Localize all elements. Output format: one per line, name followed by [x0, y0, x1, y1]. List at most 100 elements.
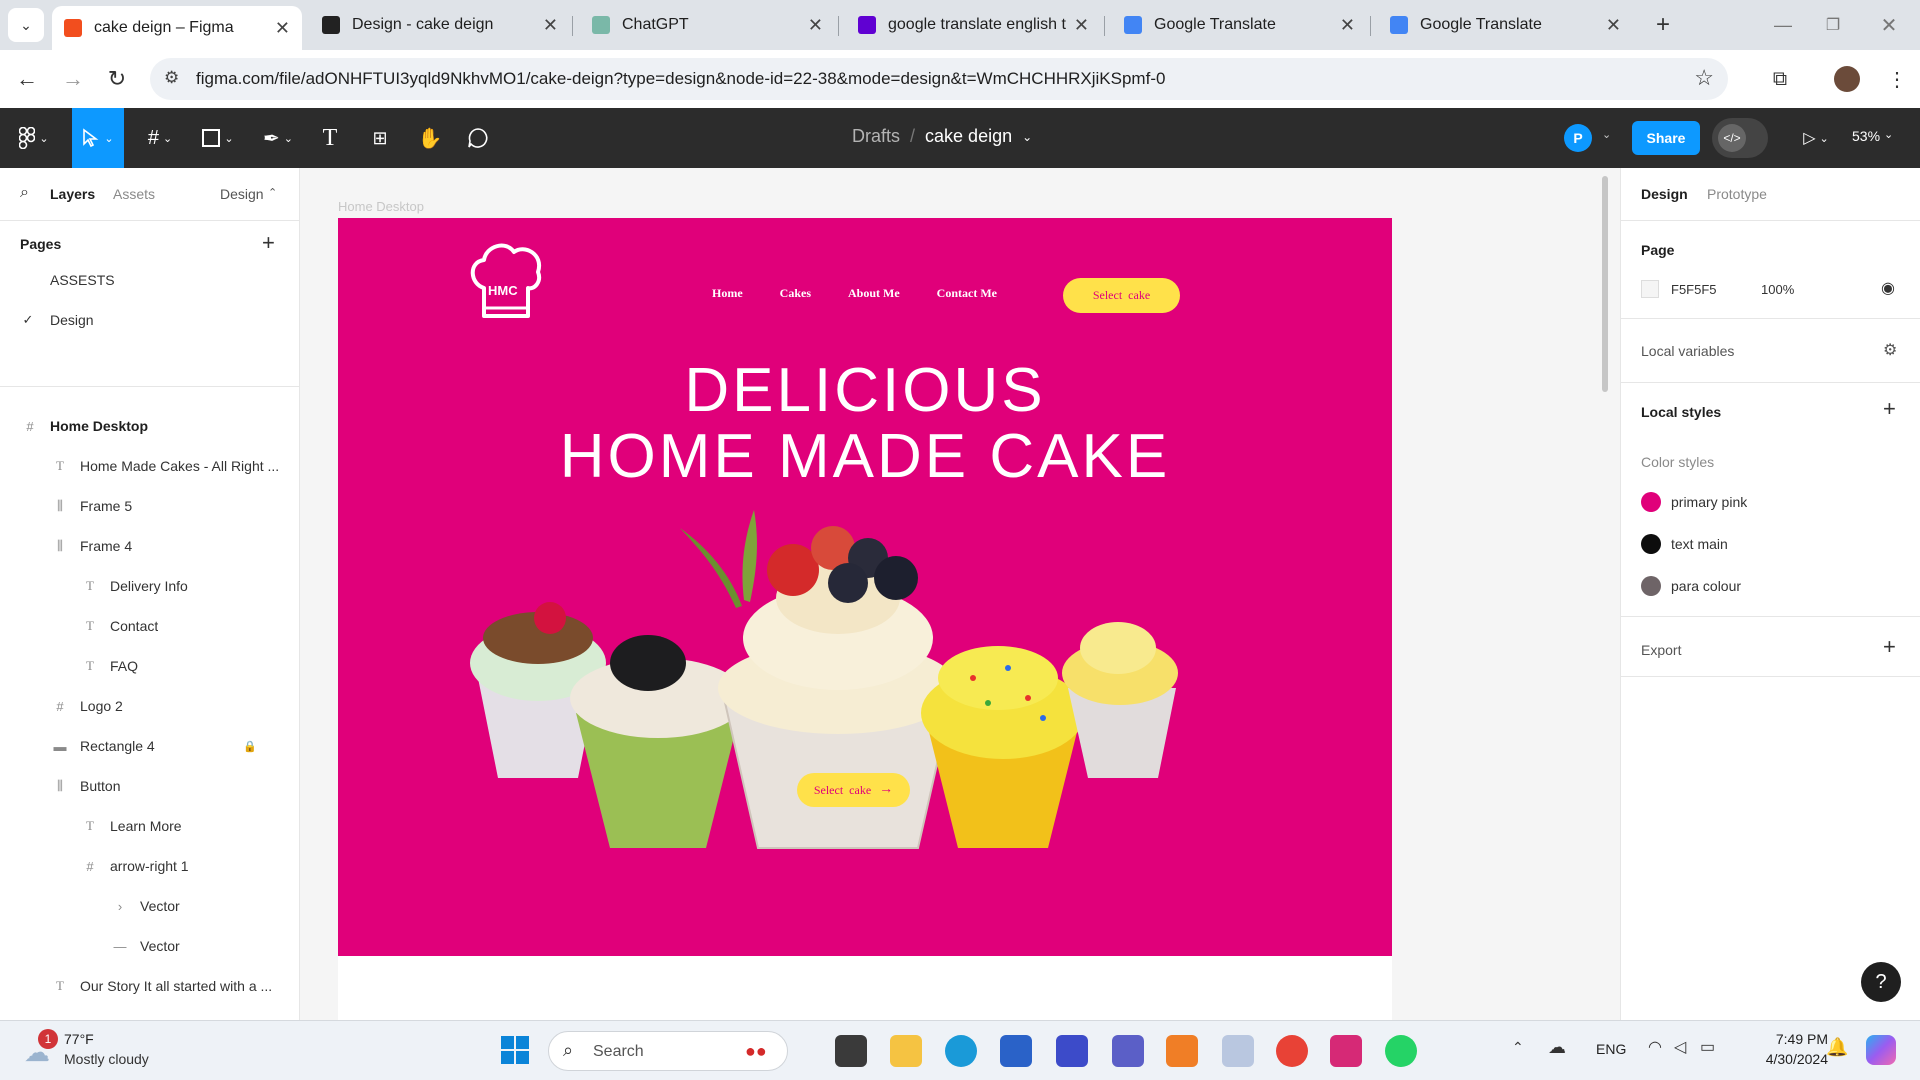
layer-row[interactable]: › Vector: [0, 886, 300, 926]
export-title[interactable]: Export: [1641, 642, 1681, 658]
variables-settings-icon[interactable]: ⚙: [1883, 340, 1897, 360]
close-tab-icon[interactable]: ✕: [808, 15, 823, 36]
reload-icon[interactable]: ↻: [100, 62, 134, 96]
move-tool-button[interactable]: ⌄: [72, 108, 124, 168]
site-nav-link[interactable]: Contact Me: [937, 286, 997, 306]
user-avatar[interactable]: P: [1564, 124, 1592, 152]
url-field[interactable]: ⚙ figma.com/file/adONHFTUI3yqld9NkhvMO1/…: [150, 58, 1728, 100]
app-icon[interactable]: [1056, 1035, 1088, 1067]
xampp-icon[interactable]: [1166, 1035, 1198, 1067]
weather-widget[interactable]: ☁ 1: [20, 1029, 58, 1067]
page-color-hex[interactable]: F5F5F5: [1671, 282, 1717, 297]
minimize-icon[interactable]: —: [1766, 8, 1800, 42]
nav-select-cake-button[interactable]: Select cake: [1063, 278, 1180, 313]
restore-icon[interactable]: ❐: [1816, 8, 1850, 42]
profile-avatar[interactable]: [1834, 66, 1860, 92]
page-color-swatch[interactable]: [1641, 280, 1659, 298]
site-nav-link[interactable]: Cakes: [780, 286, 811, 306]
browser-tab[interactable]: google translate english to ✕: [846, 8, 1101, 42]
snipping-tool-icon[interactable]: [1222, 1035, 1254, 1067]
clock-date[interactable]: 4/30/2024: [1744, 1051, 1828, 1067]
store-icon[interactable]: [1000, 1035, 1032, 1067]
layer-row[interactable]: T Delivery Info: [0, 566, 300, 606]
instagram-icon[interactable]: [1330, 1035, 1362, 1067]
text-tool-icon[interactable]: T: [314, 122, 346, 154]
tab-assets[interactable]: Assets: [113, 186, 155, 202]
breadcrumb-drafts[interactable]: Drafts: [852, 126, 900, 147]
close-tab-icon[interactable]: ✕: [1606, 15, 1621, 36]
layer-row[interactable]: T Contact: [0, 606, 300, 646]
page-switcher[interactable]: Design: [220, 186, 264, 202]
tab-design[interactable]: Design: [1641, 186, 1688, 202]
edge-icon[interactable]: [945, 1035, 977, 1067]
tab-prototype[interactable]: Prototype: [1707, 186, 1767, 202]
color-style-item[interactable]: text main: [1621, 524, 1920, 564]
add-page-icon[interactable]: +: [262, 230, 275, 256]
teams-icon[interactable]: [1112, 1035, 1144, 1067]
close-tab-icon[interactable]: ✕: [1074, 15, 1089, 36]
layer-row[interactable]: # Home Desktop: [0, 406, 300, 446]
hmc-logo[interactable]: HMC: [464, 238, 548, 322]
copilot-icon[interactable]: [1866, 1035, 1896, 1065]
browser-menu-icon[interactable]: ⋮: [1880, 62, 1914, 96]
close-window-icon[interactable]: ✕: [1872, 8, 1906, 42]
onedrive-icon[interactable]: ☁: [1548, 1037, 1566, 1058]
color-style-item[interactable]: para colour: [1621, 566, 1920, 606]
layer-row[interactable]: ⫼ Frame 5: [0, 486, 300, 526]
present-button[interactable]: ▷ ⌄: [1796, 122, 1836, 154]
add-export-icon[interactable]: +: [1883, 634, 1896, 660]
layer-row[interactable]: T Learn More: [0, 806, 300, 846]
page-opacity[interactable]: 100%: [1761, 282, 1794, 297]
comment-tool-icon[interactable]: [462, 122, 494, 154]
layer-row[interactable]: ▬ Rectangle 4 🔒: [0, 726, 300, 766]
pen-tool-button[interactable]: ✒ ⌄: [256, 122, 300, 154]
close-tab-icon[interactable]: ✕: [275, 18, 290, 39]
dev-mode-toggle[interactable]: </>: [1712, 118, 1768, 158]
frame-tool-button[interactable]: # ⌄: [138, 122, 182, 154]
local-variables[interactable]: Local variables: [1641, 343, 1734, 359]
tab-layers[interactable]: Layers: [50, 186, 95, 202]
close-tab-icon[interactable]: ✕: [1340, 15, 1355, 36]
cta-select-cake-button[interactable]: Select cake →: [797, 773, 910, 807]
zoom-control[interactable]: 53% ⌄: [1852, 128, 1893, 144]
layer-row[interactable]: T Our Story It all started with a ...: [0, 966, 300, 1006]
site-settings-icon[interactable]: ⚙: [164, 68, 179, 88]
chrome-icon[interactable]: [1276, 1035, 1308, 1067]
notification-bell-icon[interactable]: 🔔: [1826, 1037, 1848, 1058]
weather-desc[interactable]: Mostly cloudy: [64, 1051, 149, 1067]
eye-icon[interactable]: ◉: [1881, 278, 1895, 298]
resources-tool-icon[interactable]: ⊞: [364, 122, 396, 154]
lock-icon[interactable]: 🔒: [242, 740, 258, 753]
page-item[interactable]: ASSESTS: [0, 260, 300, 300]
layer-row[interactable]: T FAQ: [0, 646, 300, 686]
back-icon[interactable]: ←: [10, 62, 44, 96]
bookmark-star-icon[interactable]: ☆: [1694, 65, 1714, 91]
volume-icon[interactable]: ◁: [1674, 1037, 1686, 1057]
clock-time[interactable]: 7:49 PM: [1760, 1031, 1828, 1047]
file-explorer-icon[interactable]: [890, 1035, 922, 1067]
canvas-scrollbar[interactable]: [1602, 176, 1608, 392]
layer-row[interactable]: — Vector: [0, 926, 300, 966]
language-indicator[interactable]: ENG: [1596, 1041, 1626, 1057]
chevron-down-icon[interactable]: ⌄: [1022, 130, 1032, 144]
task-view-icon[interactable]: [835, 1035, 867, 1067]
home-desktop-frame[interactable]: HMC Home Cakes About Me Contact Me Select c…: [338, 218, 1392, 956]
site-nav-link[interactable]: Home: [712, 286, 743, 306]
wifi-icon[interactable]: ◠: [1648, 1037, 1662, 1057]
browser-tab[interactable]: Google Translate ✕: [1378, 8, 1633, 42]
browser-tab[interactable]: Google Translate ✕: [1112, 8, 1367, 42]
extensions-icon[interactable]: ⧉: [1763, 62, 1797, 96]
weather-temp[interactable]: 77°F: [64, 1031, 94, 1047]
frame-label[interactable]: Home Desktop: [338, 199, 424, 214]
tray-chevron-up-icon[interactable]: ⌃: [1512, 1039, 1524, 1056]
browser-tab[interactable]: ChatGPT ✕: [580, 8, 835, 42]
tab-search-button[interactable]: ⌄: [8, 8, 44, 42]
file-name[interactable]: cake deign: [925, 126, 1012, 147]
design-canvas[interactable]: Home Desktop HMC Home Cakes About Me Contac…: [300, 168, 1620, 1020]
add-style-icon[interactable]: +: [1883, 396, 1896, 422]
forward-icon[interactable]: →: [56, 62, 90, 96]
new-tab-icon[interactable]: +: [1646, 8, 1680, 42]
chevron-down-icon[interactable]: ⌄: [1602, 128, 1611, 141]
page-item[interactable]: ✓ Design: [0, 300, 300, 340]
start-button[interactable]: [500, 1035, 532, 1067]
